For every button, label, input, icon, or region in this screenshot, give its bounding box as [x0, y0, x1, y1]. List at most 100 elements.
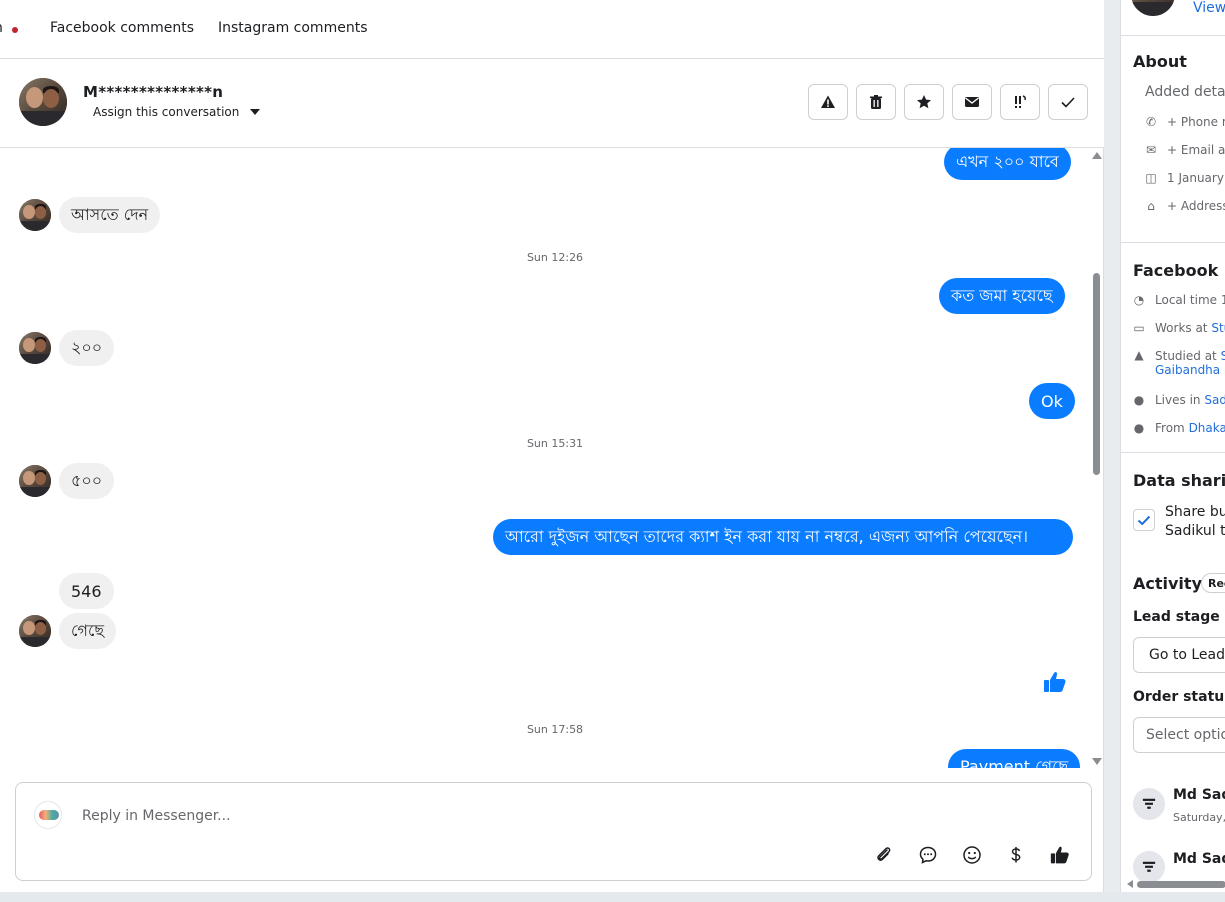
mail-icon — [965, 97, 979, 107]
order-status-title: Order status — [1133, 689, 1225, 705]
payment-button[interactable] — [1006, 845, 1026, 865]
avatar[interactable] — [19, 615, 51, 647]
address-row[interactable]: ⌂ + Address — [1145, 199, 1225, 213]
message-outgoing: আরো দুইজন আছেন তাদের ক্যাশ ইন করা যায় ন… — [493, 519, 1073, 555]
reply-box[interactable]: Reply in Messenger... — [15, 782, 1092, 881]
message-scrollbar[interactable] — [1091, 148, 1103, 768]
works-at-link[interactable]: Studio — [1211, 321, 1225, 335]
follow-up-button[interactable] — [1000, 84, 1040, 120]
mark-done-button[interactable] — [1048, 84, 1088, 120]
activity-item-name: Md Sadi — [1173, 851, 1225, 867]
avatar[interactable] — [19, 78, 67, 126]
contact-details-panel: View About Added details ✆ + Phone number… — [1120, 0, 1225, 892]
page-logo — [34, 801, 62, 829]
lives-in-row: ● Lives in Sadul — [1133, 393, 1225, 407]
from-label: From — [1155, 421, 1185, 435]
phone-row[interactable]: ✆ + Phone number — [1145, 115, 1225, 129]
message-outgoing: Ok — [1029, 383, 1075, 419]
reply-input[interactable]: Reply in Messenger... — [82, 808, 231, 824]
add-address-link[interactable]: + Address — [1167, 199, 1225, 213]
clock-icon: ◔ — [1133, 293, 1145, 307]
home-icon: ⌂ — [1147, 199, 1155, 213]
tab-partial-label[interactable]: n — [0, 20, 3, 36]
studied-at-link-2[interactable]: Gaibandha — [1155, 363, 1220, 377]
order-status-select[interactable]: Select option — [1133, 717, 1225, 753]
studied-at-link[interactable]: Su — [1221, 349, 1225, 363]
scroll-up-arrow[interactable] — [1092, 152, 1102, 159]
studied-at-row: ▲ Studied at SuGaibandha — [1133, 348, 1225, 377]
scrollbar-thumb[interactable] — [1093, 273, 1100, 475]
tab-facebook-comments[interactable]: Facebook comments — [50, 20, 194, 36]
horizontal-scrollbar-thumb[interactable] — [1137, 881, 1225, 888]
message-list: এখন ২০০ যাবে আসতে দেন Sun 12:26 কত জমা হ… — [0, 148, 1104, 768]
birthday-row: ◫ 1 January 2 — [1145, 171, 1225, 185]
saved-replies-button[interactable] — [918, 845, 938, 865]
mail-icon: ✉ — [1145, 143, 1157, 157]
briefcase-icon: ▭ — [1133, 321, 1145, 335]
activity-item-name: Md Sadi — [1173, 787, 1225, 803]
mark-unread-button[interactable] — [952, 84, 992, 120]
data-sharing-title: Data sharing — [1133, 471, 1225, 490]
mark-spam-button[interactable] — [808, 84, 848, 120]
local-time-value: Local time 11: — [1155, 293, 1225, 307]
from-link[interactable]: Dhaka, — [1189, 421, 1225, 435]
action-buttons — [808, 84, 1088, 120]
funnel-icon — [1133, 851, 1165, 883]
activity-badge[interactable]: Rec — [1201, 573, 1225, 593]
go-to-leads-button[interactable]: Go to Leads — [1133, 637, 1225, 673]
message-outgoing: এখন ২০০ যাবে — [944, 148, 1071, 180]
location-pin-icon: ● — [1133, 421, 1145, 435]
scroll-down-arrow[interactable] — [1092, 758, 1102, 765]
phone-icon: ✆ — [1145, 115, 1157, 129]
tab-instagram-comments[interactable]: Instagram comments — [218, 20, 367, 36]
message-row-incoming: আসতে দেন — [19, 197, 161, 233]
warning-icon — [821, 95, 835, 108]
activity-section: Activity Rec Lead stage Go to Leads Orde… — [1121, 566, 1225, 892]
chat-panel: n Facebook comments Instagram comments M… — [0, 0, 1104, 892]
facebook-profile-section: Facebook profile ◔ Local time 11: ▭ Works … — [1121, 243, 1225, 453]
timestamp: Sun 17:58 — [526, 723, 584, 736]
avatar[interactable] — [19, 332, 51, 364]
emoji-button[interactable] — [962, 845, 982, 865]
message-incoming: আসতে দেন — [59, 197, 161, 233]
lives-in-link[interactable]: Sadul — [1204, 393, 1225, 407]
share-consent-line-2: Sadikul to — [1165, 523, 1225, 539]
profile-header-section: View — [1121, 0, 1225, 36]
message-incoming: ৫০০ — [59, 463, 115, 499]
share-consent-line-1: Share bus — [1165, 504, 1225, 520]
attach-button[interactable] — [874, 845, 894, 865]
delete-button[interactable] — [856, 84, 896, 120]
check-icon — [1137, 515, 1151, 526]
paperclip-icon — [877, 847, 891, 861]
smiley-icon — [963, 846, 981, 864]
cake-icon: ◫ — [1145, 171, 1157, 185]
thumbs-up-icon — [1050, 846, 1069, 864]
studied-at-label: Studied at — [1155, 349, 1217, 363]
avatar[interactable] — [19, 465, 51, 497]
star-icon — [917, 95, 931, 109]
avatar[interactable] — [19, 199, 51, 231]
message-row-incoming: ২০০ — [19, 330, 115, 366]
avatar[interactable] — [1131, 0, 1175, 16]
data-sharing-section: Data sharing Share bus Sadikul to — [1121, 453, 1225, 566]
dollar-icon — [1011, 847, 1021, 863]
facebook-profile-title: Facebook profile — [1133, 261, 1225, 280]
assign-conversation-dropdown[interactable]: Assign this conversation — [93, 105, 261, 119]
share-checkbox[interactable] — [1133, 509, 1155, 531]
star-button[interactable] — [904, 84, 944, 120]
add-email-link[interactable]: + Email address — [1167, 143, 1225, 157]
scroll-left-arrow[interactable] — [1127, 880, 1133, 888]
email-row[interactable]: ✉ + Email address — [1145, 143, 1225, 157]
priority-icon — [1015, 95, 1026, 108]
bottom-strip — [0, 892, 1225, 902]
works-at-label: Works at — [1155, 321, 1208, 335]
added-details-label: Added details — [1145, 84, 1225, 100]
top-tabs: n Facebook comments Instagram comments — [0, 0, 1104, 59]
timestamp: Sun 12:26 — [526, 251, 584, 264]
view-profile-link[interactable]: View — [1193, 0, 1225, 16]
location-pin-icon: ● — [1133, 393, 1145, 407]
trash-icon — [870, 95, 882, 109]
add-phone-link[interactable]: + Phone number — [1167, 115, 1225, 129]
contact-name: M**************n — [83, 83, 224, 101]
like-button[interactable] — [1050, 845, 1070, 865]
